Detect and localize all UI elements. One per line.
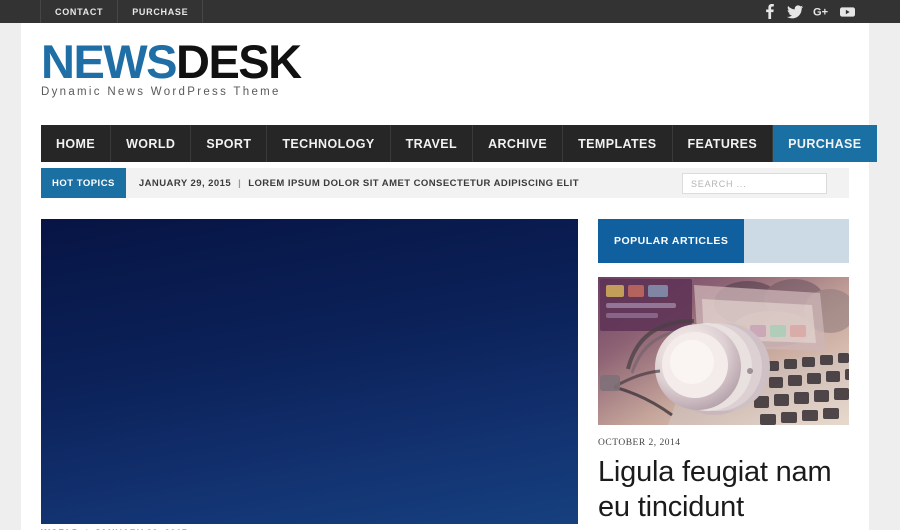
nav-item-sport[interactable]: Sport — [191, 125, 268, 162]
topbar-links: Contact Purchase — [40, 0, 204, 23]
popular-articles-widget-header: Popular Articles — [598, 219, 849, 263]
logo-tagline: Dynamic News WordPress Theme — [41, 86, 281, 98]
logo-wordmark: NEWSDESK — [41, 35, 302, 88]
google-plus-icon[interactable]: G+ — [808, 0, 834, 23]
sidebar-column: Popular Articles — [598, 219, 849, 530]
headphones-on-laptop-illustration — [598, 277, 849, 425]
nav-item-templates[interactable]: Templates — [563, 125, 673, 162]
topbar-link-contact[interactable]: Contact — [40, 0, 119, 23]
social-links: G+ — [756, 0, 860, 23]
nav-item-features[interactable]: Features — [673, 125, 774, 162]
nav-item-technology[interactable]: Technology — [267, 125, 391, 162]
nav-item-archive[interactable]: Archive — [473, 125, 564, 162]
sidebar-article-image[interactable] — [598, 277, 849, 425]
sidebar-article-title[interactable]: Ligula feugiat nam eu tincidunt vestibul… — [598, 455, 849, 530]
hot-topics-separator: | — [238, 177, 242, 189]
youtube-icon[interactable] — [834, 0, 860, 23]
search-input[interactable] — [683, 174, 826, 194]
nav-item-purchase[interactable]: Purchase — [773, 125, 877, 162]
main-navigation: Home World Sport Technology Travel Archi… — [41, 125, 877, 162]
sidebar-article-date: October 2, 2014 — [598, 438, 681, 448]
topbar-link-purchase[interactable]: Purchase — [118, 0, 204, 23]
search-box[interactable] — [682, 173, 827, 194]
logo-word-news: NEWS — [41, 35, 178, 88]
svg-text:G+: G+ — [813, 7, 828, 18]
facebook-icon[interactable] — [756, 0, 782, 23]
hot-topics-headline-link[interactable]: January 29, 2015 | Lorem ipsum dolor sit… — [126, 168, 579, 198]
site-logo[interactable]: NEWSDESK Dynamic News WordPress Theme — [41, 35, 302, 99]
hot-topics-bar: Hot Topics January 29, 2015 | Lorem ipsu… — [41, 168, 849, 198]
site-container: NEWSDESK Dynamic News WordPress Theme Ho… — [21, 23, 877, 530]
logo-word-desk: DESK — [176, 35, 302, 88]
hot-topics-headline: Lorem ipsum dolor sit amet consectetur a… — [248, 177, 579, 189]
page-root: Contact Purchase G+ NEWSDESK Dynamic Ne — [0, 0, 900, 530]
nav-item-world[interactable]: World — [111, 125, 192, 162]
top-utility-bar: Contact Purchase G+ — [0, 0, 900, 23]
main-column: World|January 29, 2015 — [41, 219, 578, 530]
nav-item-travel[interactable]: Travel — [391, 125, 474, 162]
featured-article-image[interactable] — [41, 219, 578, 524]
hot-topics-date: January 29, 2015 — [138, 177, 232, 189]
hero-sky — [41, 219, 578, 524]
popular-articles-tab[interactable]: Popular Articles — [598, 219, 745, 263]
twitter-icon[interactable] — [782, 0, 808, 23]
nav-item-home[interactable]: Home — [41, 125, 112, 162]
hot-topics-badge[interactable]: Hot Topics — [41, 168, 126, 198]
